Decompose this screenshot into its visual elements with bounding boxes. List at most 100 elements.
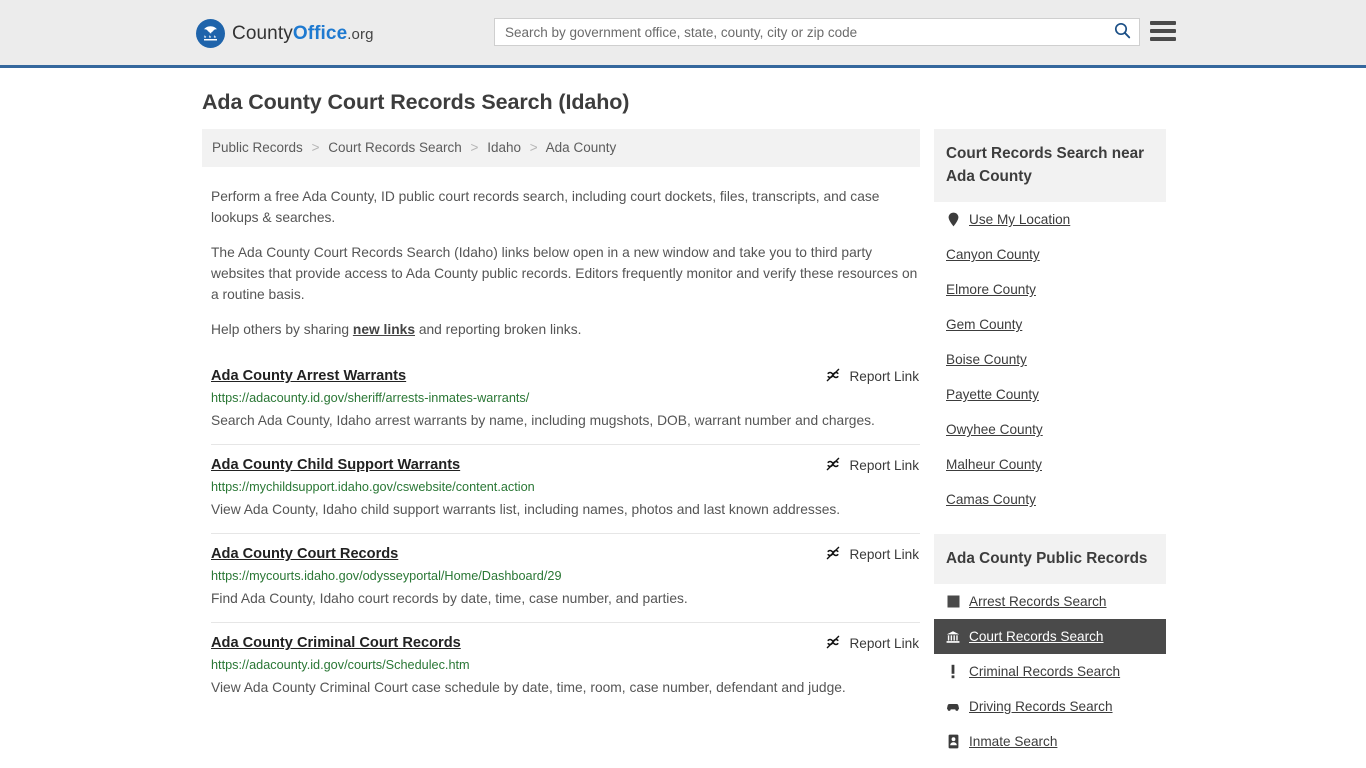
hamburger-bar-3 (1150, 37, 1176, 41)
county-link[interactable]: Malheur County (946, 456, 1042, 473)
result-description: View Ada County, Idaho child support war… (211, 502, 841, 517)
intro-paragraph-2: The Ada County Court Records Search (Ida… (211, 245, 918, 302)
logo-text-office: Office (292, 22, 348, 44)
sidebar-item-owyhee-county[interactable]: Owyhee County (934, 412, 1166, 447)
intro-paragraph-1: Perform a free Ada County, ID public cou… (211, 189, 880, 225)
breadcrumb: Public Records > Court Records Search > … (202, 129, 920, 167)
sidebar-item-inmate-search[interactable]: Inmate Search (934, 724, 1166, 759)
header-inner: CountyOffice.org (0, 0, 1366, 65)
main-column: Public Records > Court Records Search > … (202, 129, 920, 711)
result-description: Find Ada County, Idaho court records by … (211, 591, 688, 606)
breadcrumb-separator: > (529, 140, 538, 155)
broken-link-icon (825, 367, 841, 386)
report-link-label: Report Link (849, 458, 919, 473)
eagle-stars-icon (196, 19, 225, 48)
result-header: Ada County Arrest Warrants Report Link (211, 366, 920, 386)
result-url: https://mychildsupport.idaho.gov/cswebsi… (211, 480, 535, 494)
breadcrumb-item-public-records[interactable]: Public Records (212, 140, 303, 155)
hamburger-bar-1 (1150, 21, 1176, 25)
sidebar-item-driving-records-search[interactable]: Driving Records Search (934, 689, 1166, 724)
courthouse-icon (946, 629, 960, 645)
result-title-link[interactable]: Ada County Arrest Warrants (211, 366, 406, 386)
sidebar-item-court-records-search[interactable]: Court Records Search (934, 619, 1166, 654)
breadcrumb-item-idaho[interactable]: Idaho (487, 140, 521, 155)
public-record-link[interactable]: Arrest Records Search (969, 593, 1107, 610)
new-links-link[interactable]: new links (353, 322, 415, 337)
map-pin-icon (946, 212, 960, 228)
result-description: View Ada County Criminal Court case sche… (211, 680, 846, 695)
sidebar-item-gem-county[interactable]: Gem County (934, 307, 1166, 342)
sidebar: Court Records Search near Ada County Use… (934, 129, 1166, 759)
sidebar-nearby-list: Use My Location Canyon County Elmore Cou… (934, 202, 1166, 517)
report-link-button[interactable]: Report Link (825, 456, 920, 475)
report-link-label: Report Link (849, 547, 919, 562)
breadcrumb-separator: > (311, 140, 320, 155)
car-icon (946, 699, 960, 715)
county-link[interactable]: Elmore County (946, 281, 1036, 298)
sidebar-item-arrest-records-search[interactable]: Arrest Records Search (934, 584, 1166, 619)
sidebar-public-records-heading: Ada County Public Records (934, 534, 1166, 584)
result-header: Ada County Court Records Report Link (211, 544, 920, 564)
result-header: Ada County Child Support Warrants Report… (211, 455, 920, 475)
sidebar-item-elmore-county[interactable]: Elmore County (934, 272, 1166, 307)
page-body: Ada County Court Records Search (Idaho) … (0, 68, 1366, 759)
sidebar-item-malheur-county[interactable]: Malheur County (934, 447, 1166, 482)
county-link[interactable]: Payette County (946, 386, 1039, 403)
county-link[interactable]: Camas County (946, 491, 1036, 508)
broken-link-icon (825, 634, 841, 653)
county-link[interactable]: Gem County (946, 316, 1022, 333)
result-url: https://mycourts.idaho.gov/odysseyportal… (211, 569, 562, 583)
broken-link-icon (825, 456, 841, 475)
page-title: Ada County Court Records Search (Idaho) (202, 90, 630, 114)
id-badge-icon (946, 734, 960, 750)
result-header: Ada County Criminal Court Records Report… (211, 633, 920, 653)
county-link[interactable]: Canyon County (946, 246, 1040, 263)
sidebar-item-use-my-location[interactable]: Use My Location (934, 202, 1166, 237)
search-icon (1114, 22, 1131, 42)
sidebar-item-boise-county[interactable]: Boise County (934, 342, 1166, 377)
sidebar-item-payette-county[interactable]: Payette County (934, 377, 1166, 412)
report-link-label: Report Link (849, 636, 919, 651)
content-container: Ada County Court Records Search (Idaho) … (193, 68, 1173, 759)
search-button[interactable] (1105, 19, 1139, 45)
result-description: Search Ada County, Idaho arrest warrants… (211, 413, 875, 428)
result-url: https://adacounty.id.gov/courts/Schedule… (211, 658, 470, 672)
result-title-link[interactable]: Ada County Court Records (211, 544, 398, 564)
hamburger-menu-icon[interactable] (1150, 19, 1176, 43)
result-title-link[interactable]: Ada County Child Support Warrants (211, 455, 460, 475)
two-column-layout: Public Records > Court Records Search > … (202, 129, 1173, 759)
result-item: Ada County Child Support Warrants Report… (211, 444, 920, 533)
exclamation-icon (946, 664, 960, 680)
report-link-button[interactable]: Report Link (825, 634, 920, 653)
breadcrumb-item-ada-county[interactable]: Ada County (546, 140, 617, 155)
report-link-button[interactable]: Report Link (825, 545, 920, 564)
intro-p3-before: Help others by sharing (211, 322, 353, 337)
sidebar-item-canyon-county[interactable]: Canyon County (934, 237, 1166, 272)
logo-text-county: County (232, 22, 293, 44)
public-record-link[interactable]: Inmate Search (969, 733, 1057, 750)
report-link-label: Report Link (849, 369, 919, 384)
public-record-link[interactable]: Criminal Records Search (969, 663, 1120, 680)
public-record-link[interactable]: Driving Records Search (969, 698, 1113, 715)
broken-link-icon (825, 545, 841, 564)
fingerprint-square-icon (946, 594, 960, 610)
search-input[interactable] (495, 19, 1105, 45)
result-item: Ada County Criminal Court Records Report… (211, 622, 920, 711)
sidebar-item-criminal-records-search[interactable]: Criminal Records Search (934, 654, 1166, 689)
sidebar-item-camas-county[interactable]: Camas County (934, 482, 1166, 517)
breadcrumb-separator: > (470, 140, 479, 155)
public-record-link[interactable]: Court Records Search (969, 628, 1103, 645)
result-item: Ada County Court Records Report Link htt… (211, 533, 920, 622)
breadcrumb-item-court-records-search[interactable]: Court Records Search (328, 140, 462, 155)
sidebar-section-gap (934, 517, 1166, 534)
report-link-button[interactable]: Report Link (825, 367, 920, 386)
result-title-link[interactable]: Ada County Criminal Court Records (211, 633, 461, 653)
results-list: Ada County Arrest Warrants Report Link h… (202, 360, 920, 711)
county-link[interactable]: Boise County (946, 351, 1027, 368)
intro-p3-after: and reporting broken links. (415, 322, 582, 337)
county-link[interactable]: Owyhee County (946, 421, 1043, 438)
search-bar[interactable] (494, 18, 1140, 46)
use-my-location-link[interactable]: Use My Location (969, 211, 1070, 228)
logo-wordmark: CountyOffice.org (232, 23, 374, 45)
site-logo[interactable]: CountyOffice.org (196, 19, 374, 48)
